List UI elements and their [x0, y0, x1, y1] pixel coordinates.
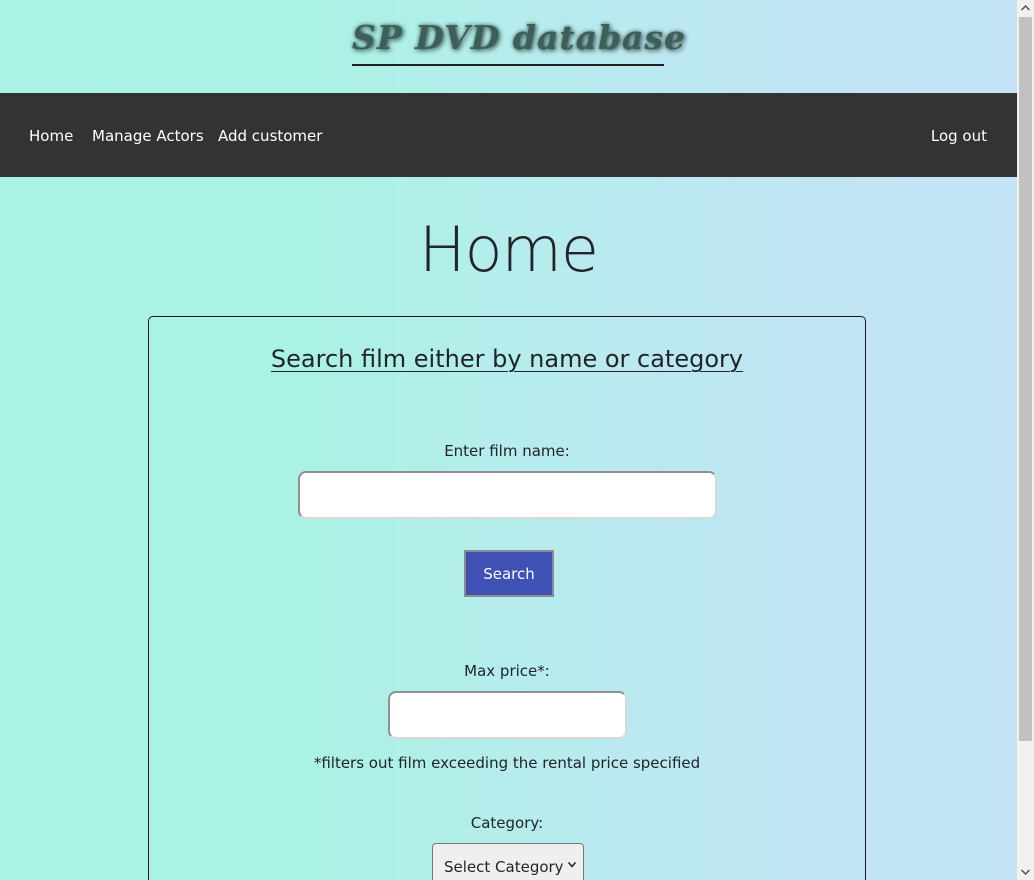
scroll-up-arrow-icon[interactable]	[1017, 0, 1034, 17]
nav-manage-actors-link[interactable]: Manage Actors	[92, 93, 204, 177]
max-price-label: Max price*:	[464, 662, 550, 680]
scroll-down-arrow-icon[interactable]	[1017, 863, 1034, 880]
search-button[interactable]: Search	[464, 550, 554, 597]
category-select[interactable]: Select Category	[432, 843, 584, 880]
scrollbar-thumb[interactable]	[1019, 17, 1032, 741]
site-header: SP DVD database	[0, 0, 1017, 93]
category-label: Category:	[470, 814, 544, 832]
site-title: SP DVD database	[352, 14, 685, 66]
page-title: Home	[418, 213, 599, 286]
navbar: Home Manage Actors Add customer Log out	[0, 93, 1017, 177]
nav-add-customer-link[interactable]: Add customer	[218, 93, 322, 177]
max-price-input[interactable]	[388, 691, 627, 739]
film-name-input[interactable]	[298, 471, 717, 519]
film-name-label: Enter film name:	[444, 442, 570, 460]
search-card: Search film either by name or category E…	[148, 316, 866, 880]
logout-link[interactable]: Log out	[931, 93, 987, 177]
page: SP DVD database Home Manage Actors Add c…	[0, 0, 1017, 880]
max-price-note: *filters out film exceeding the rental p…	[313, 754, 701, 772]
vertical-scrollbar[interactable]	[1017, 0, 1034, 880]
category-select-value: Select Category	[444, 858, 564, 876]
chevron-down-icon	[567, 862, 577, 868]
nav-home-link[interactable]: Home	[29, 93, 73, 177]
search-card-heading: Search film either by name or category	[270, 345, 744, 373]
